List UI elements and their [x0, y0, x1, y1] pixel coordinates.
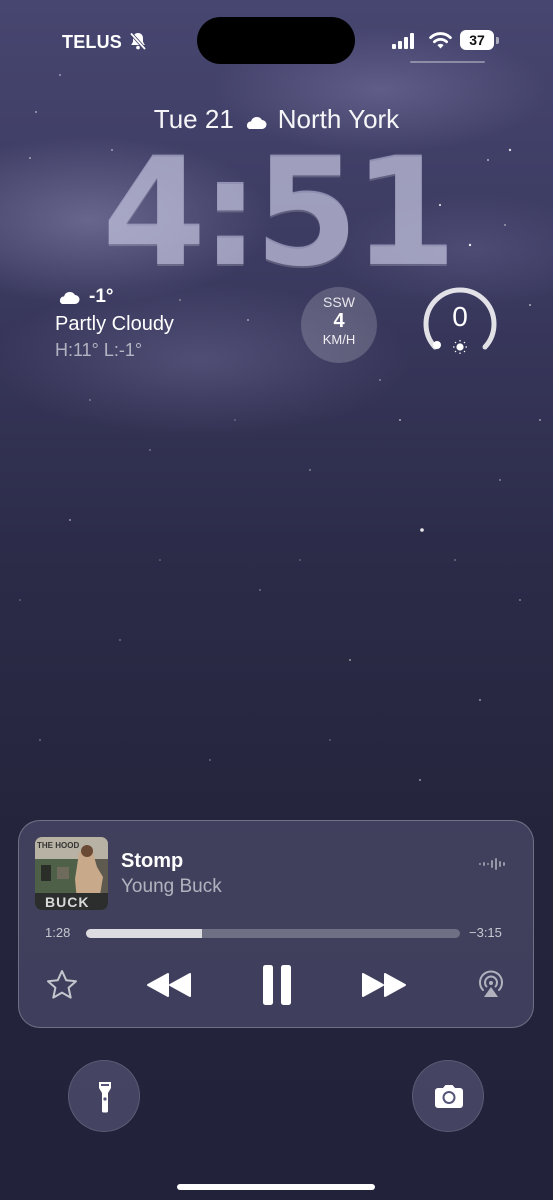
now-playing-widget[interactable]: THE HOOD BUCK Stomp Young Buck 1:28 −3:1…: [18, 820, 534, 1028]
dynamic-island: [197, 17, 355, 64]
uv-index-widget[interactable]: 0: [420, 283, 500, 359]
elapsed-time: 1:28: [45, 925, 71, 940]
bell-slash-icon: [129, 32, 147, 51]
uv-index-value: 0: [452, 301, 468, 332]
status-bar: TELUS 37: [0, 0, 553, 80]
audio-waveform-icon: [479, 858, 505, 870]
weather-widget[interactable]: -1° Partly Cloudy H:11° L:-1°: [55, 284, 174, 362]
camera-icon: [435, 1085, 463, 1108]
flashlight-icon: [99, 1082, 111, 1113]
album-art-artist: BUCK: [45, 894, 89, 910]
status-underline: [410, 61, 485, 63]
home-indicator[interactable]: [177, 1184, 375, 1190]
cellular-signal-icon: [392, 33, 414, 49]
playback-progress: [86, 929, 202, 938]
airplay-icon[interactable]: [475, 968, 507, 1000]
weather-condition: Partly Cloudy: [55, 313, 174, 335]
carrier-label: TELUS: [62, 32, 123, 52]
sun-icon: [453, 340, 467, 354]
song-title: Stomp: [121, 850, 184, 872]
wind-widget[interactable]: SSW 4 KM/H: [301, 287, 377, 363]
battery-tip: [496, 37, 499, 44]
clock-time: 4:51: [101, 126, 457, 300]
flashlight-button[interactable]: [68, 1060, 140, 1132]
weather-high-low: H:11° L:-1°: [55, 340, 143, 360]
song-artist: Young Buck: [121, 876, 222, 897]
partly-cloudy-night-icon: [59, 287, 80, 304]
wind-unit: KM/H: [322, 332, 356, 347]
wind-speed: 4: [333, 310, 345, 332]
pause-icon[interactable]: [260, 964, 294, 1006]
battery-indicator: 37: [460, 30, 494, 50]
wifi-icon: [429, 32, 452, 49]
wind-direction: SSW: [323, 294, 355, 310]
album-art-title: THE HOOD: [37, 841, 79, 850]
camera-button[interactable]: [412, 1060, 484, 1132]
playback-scrubber[interactable]: [86, 929, 460, 938]
uv-level-dot: [433, 341, 441, 349]
rewind-icon[interactable]: [146, 971, 192, 999]
weather-temperature: -1°: [89, 286, 114, 307]
album-art[interactable]: THE HOOD BUCK: [35, 837, 108, 910]
remaining-time: −3:15: [469, 925, 502, 940]
fast-forward-icon[interactable]: [361, 971, 407, 999]
star-icon[interactable]: [45, 968, 79, 1002]
